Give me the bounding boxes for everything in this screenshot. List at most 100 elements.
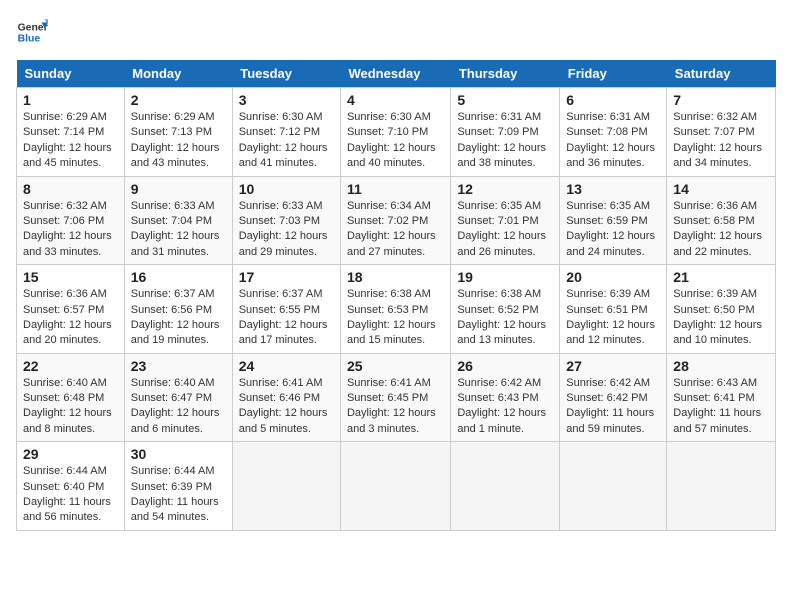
day-number: 16	[131, 269, 226, 285]
calendar-table: SundayMondayTuesdayWednesdayThursdayFrid…	[16, 60, 776, 531]
calendar-cell: 21 Sunrise: 6:39 AM Sunset: 6:50 PM Dayl…	[667, 265, 776, 354]
logo-icon: General Blue	[16, 16, 48, 48]
day-info: Sunrise: 6:41 AM Sunset: 6:45 PM Dayligh…	[347, 376, 444, 438]
day-number: 9	[131, 181, 226, 197]
calendar-cell: 28 Sunrise: 6:43 AM Sunset: 6:41 PM Dayl…	[667, 353, 776, 442]
day-number: 28	[673, 358, 769, 374]
day-number: 22	[23, 358, 118, 374]
day-info: Sunrise: 6:34 AM Sunset: 7:02 PM Dayligh…	[347, 199, 444, 261]
day-info: Sunrise: 6:33 AM Sunset: 7:04 PM Dayligh…	[131, 199, 226, 261]
day-number: 6	[566, 92, 660, 108]
day-info: Sunrise: 6:36 AM Sunset: 6:58 PM Dayligh…	[673, 199, 769, 261]
calendar-week-4: 22 Sunrise: 6:40 AM Sunset: 6:48 PM Dayl…	[17, 353, 776, 442]
day-number: 21	[673, 269, 769, 285]
day-number: 14	[673, 181, 769, 197]
day-number: 13	[566, 181, 660, 197]
calendar-cell: 10 Sunrise: 6:33 AM Sunset: 7:03 PM Dayl…	[232, 176, 340, 265]
day-number: 18	[347, 269, 444, 285]
day-info: Sunrise: 6:44 AM Sunset: 6:40 PM Dayligh…	[23, 464, 118, 526]
calendar-cell: 5 Sunrise: 6:31 AM Sunset: 7:09 PM Dayli…	[451, 88, 560, 177]
calendar-cell	[340, 442, 450, 531]
day-number: 12	[457, 181, 553, 197]
svg-text:Blue: Blue	[18, 34, 41, 45]
day-number: 8	[23, 181, 118, 197]
calendar-cell: 18 Sunrise: 6:38 AM Sunset: 6:53 PM Dayl…	[340, 265, 450, 354]
day-number: 7	[673, 92, 769, 108]
calendar-cell: 7 Sunrise: 6:32 AM Sunset: 7:07 PM Dayli…	[667, 88, 776, 177]
day-info: Sunrise: 6:35 AM Sunset: 7:01 PM Dayligh…	[457, 199, 553, 261]
calendar-cell: 26 Sunrise: 6:42 AM Sunset: 6:43 PM Dayl…	[451, 353, 560, 442]
calendar-header-row: SundayMondayTuesdayWednesdayThursdayFrid…	[17, 60, 776, 88]
day-number: 11	[347, 181, 444, 197]
calendar-cell: 16 Sunrise: 6:37 AM Sunset: 6:56 PM Dayl…	[124, 265, 232, 354]
calendar-cell: 17 Sunrise: 6:37 AM Sunset: 6:55 PM Dayl…	[232, 265, 340, 354]
calendar-cell: 20 Sunrise: 6:39 AM Sunset: 6:51 PM Dayl…	[560, 265, 667, 354]
day-info: Sunrise: 6:29 AM Sunset: 7:14 PM Dayligh…	[23, 110, 118, 172]
calendar-cell: 9 Sunrise: 6:33 AM Sunset: 7:04 PM Dayli…	[124, 176, 232, 265]
day-info: Sunrise: 6:32 AM Sunset: 7:07 PM Dayligh…	[673, 110, 769, 172]
calendar-cell	[560, 442, 667, 531]
calendar-week-2: 8 Sunrise: 6:32 AM Sunset: 7:06 PM Dayli…	[17, 176, 776, 265]
day-info: Sunrise: 6:35 AM Sunset: 6:59 PM Dayligh…	[566, 199, 660, 261]
calendar-cell: 14 Sunrise: 6:36 AM Sunset: 6:58 PM Dayl…	[667, 176, 776, 265]
calendar-cell: 3 Sunrise: 6:30 AM Sunset: 7:12 PM Dayli…	[232, 88, 340, 177]
day-number: 19	[457, 269, 553, 285]
day-number: 23	[131, 358, 226, 374]
day-info: Sunrise: 6:37 AM Sunset: 6:55 PM Dayligh…	[239, 287, 334, 349]
calendar-cell: 11 Sunrise: 6:34 AM Sunset: 7:02 PM Dayl…	[340, 176, 450, 265]
calendar-cell: 24 Sunrise: 6:41 AM Sunset: 6:46 PM Dayl…	[232, 353, 340, 442]
calendar-week-1: 1 Sunrise: 6:29 AM Sunset: 7:14 PM Dayli…	[17, 88, 776, 177]
calendar-week-5: 29 Sunrise: 6:44 AM Sunset: 6:40 PM Dayl…	[17, 442, 776, 531]
day-number: 27	[566, 358, 660, 374]
day-number: 30	[131, 446, 226, 462]
day-number: 26	[457, 358, 553, 374]
day-number: 1	[23, 92, 118, 108]
calendar-cell: 2 Sunrise: 6:29 AM Sunset: 7:13 PM Dayli…	[124, 88, 232, 177]
day-info: Sunrise: 6:44 AM Sunset: 6:39 PM Dayligh…	[131, 464, 226, 526]
day-number: 10	[239, 181, 334, 197]
day-info: Sunrise: 6:38 AM Sunset: 6:53 PM Dayligh…	[347, 287, 444, 349]
weekday-header-monday: Monday	[124, 60, 232, 88]
day-info: Sunrise: 6:36 AM Sunset: 6:57 PM Dayligh…	[23, 287, 118, 349]
day-number: 24	[239, 358, 334, 374]
weekday-header-saturday: Saturday	[667, 60, 776, 88]
day-number: 4	[347, 92, 444, 108]
calendar-cell: 22 Sunrise: 6:40 AM Sunset: 6:48 PM Dayl…	[17, 353, 125, 442]
day-info: Sunrise: 6:43 AM Sunset: 6:41 PM Dayligh…	[673, 376, 769, 438]
day-info: Sunrise: 6:41 AM Sunset: 6:46 PM Dayligh…	[239, 376, 334, 438]
calendar-cell: 1 Sunrise: 6:29 AM Sunset: 7:14 PM Dayli…	[17, 88, 125, 177]
day-info: Sunrise: 6:42 AM Sunset: 6:43 PM Dayligh…	[457, 376, 553, 438]
calendar-cell: 25 Sunrise: 6:41 AM Sunset: 6:45 PM Dayl…	[340, 353, 450, 442]
calendar-cell: 8 Sunrise: 6:32 AM Sunset: 7:06 PM Dayli…	[17, 176, 125, 265]
day-info: Sunrise: 6:40 AM Sunset: 6:48 PM Dayligh…	[23, 376, 118, 438]
day-info: Sunrise: 6:29 AM Sunset: 7:13 PM Dayligh…	[131, 110, 226, 172]
day-info: Sunrise: 6:39 AM Sunset: 6:50 PM Dayligh…	[673, 287, 769, 349]
day-info: Sunrise: 6:31 AM Sunset: 7:09 PM Dayligh…	[457, 110, 553, 172]
day-info: Sunrise: 6:30 AM Sunset: 7:10 PM Dayligh…	[347, 110, 444, 172]
day-number: 15	[23, 269, 118, 285]
day-info: Sunrise: 6:37 AM Sunset: 6:56 PM Dayligh…	[131, 287, 226, 349]
day-info: Sunrise: 6:38 AM Sunset: 6:52 PM Dayligh…	[457, 287, 553, 349]
day-number: 17	[239, 269, 334, 285]
page-header: General Blue	[16, 16, 776, 48]
weekday-header-thursday: Thursday	[451, 60, 560, 88]
day-number: 3	[239, 92, 334, 108]
logo: General Blue	[16, 16, 52, 48]
weekday-header-friday: Friday	[560, 60, 667, 88]
calendar-cell: 19 Sunrise: 6:38 AM Sunset: 6:52 PM Dayl…	[451, 265, 560, 354]
calendar-cell: 29 Sunrise: 6:44 AM Sunset: 6:40 PM Dayl…	[17, 442, 125, 531]
calendar-cell	[667, 442, 776, 531]
day-number: 20	[566, 269, 660, 285]
calendar-week-3: 15 Sunrise: 6:36 AM Sunset: 6:57 PM Dayl…	[17, 265, 776, 354]
calendar-cell	[451, 442, 560, 531]
day-number: 2	[131, 92, 226, 108]
weekday-header-wednesday: Wednesday	[340, 60, 450, 88]
day-info: Sunrise: 6:33 AM Sunset: 7:03 PM Dayligh…	[239, 199, 334, 261]
calendar-cell: 4 Sunrise: 6:30 AM Sunset: 7:10 PM Dayli…	[340, 88, 450, 177]
calendar-cell: 13 Sunrise: 6:35 AM Sunset: 6:59 PM Dayl…	[560, 176, 667, 265]
calendar-cell: 12 Sunrise: 6:35 AM Sunset: 7:01 PM Dayl…	[451, 176, 560, 265]
calendar-cell: 6 Sunrise: 6:31 AM Sunset: 7:08 PM Dayli…	[560, 88, 667, 177]
weekday-header-sunday: Sunday	[17, 60, 125, 88]
day-info: Sunrise: 6:32 AM Sunset: 7:06 PM Dayligh…	[23, 199, 118, 261]
calendar-cell: 27 Sunrise: 6:42 AM Sunset: 6:42 PM Dayl…	[560, 353, 667, 442]
